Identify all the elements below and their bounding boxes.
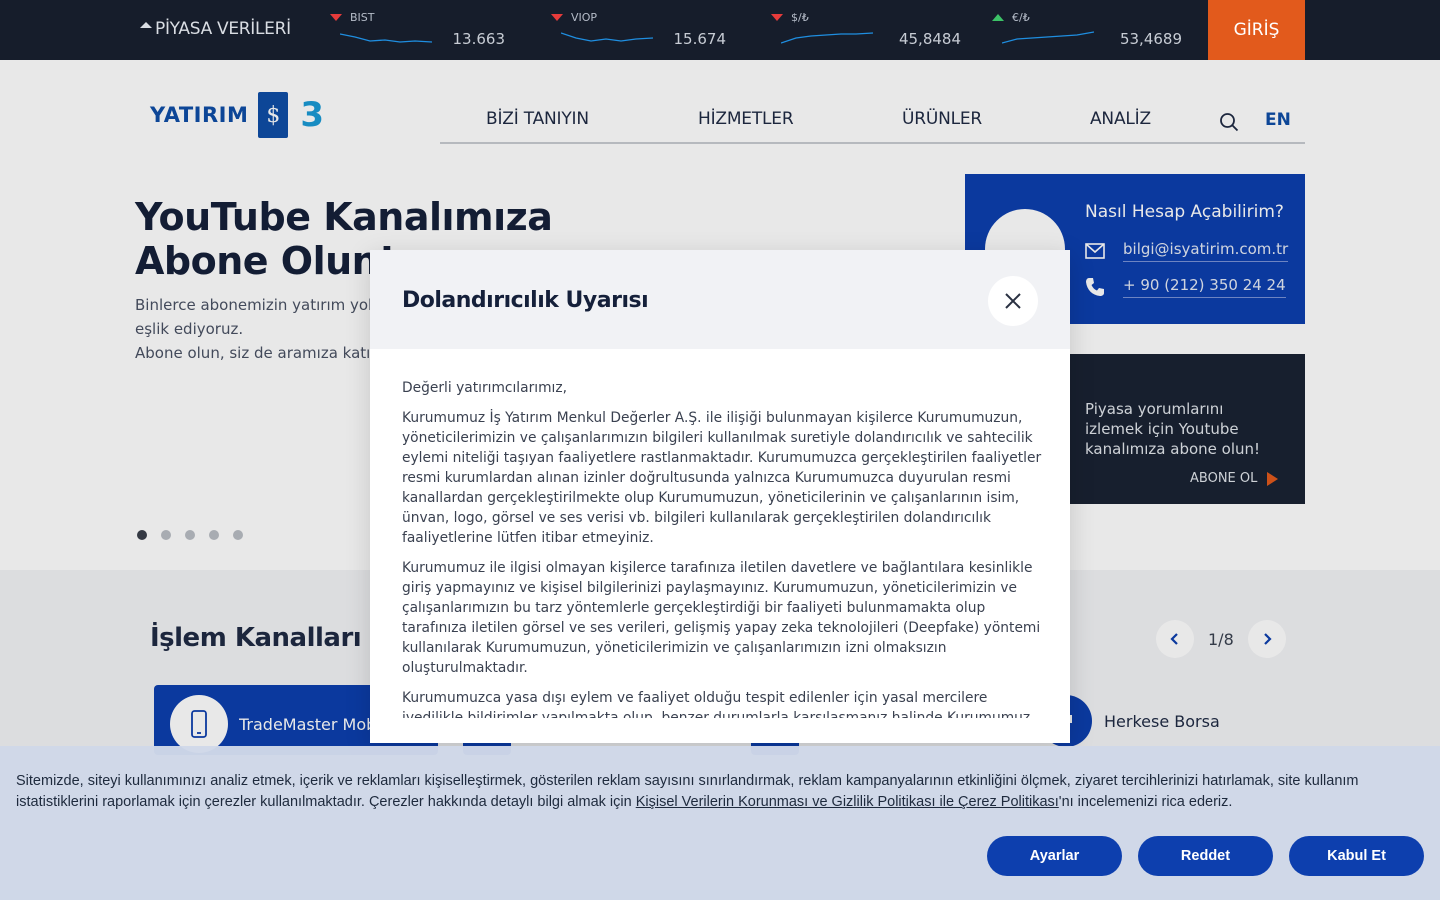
privacy-policy-link[interactable]: Kişisel Verilerin Korunması ve Gizlilik … — [636, 794, 1059, 810]
close-icon — [1005, 293, 1021, 309]
sparkline-icon — [340, 33, 432, 43]
arrow-up-icon — [992, 14, 1004, 21]
ticker-eur-try[interactable]: €/₺ 53,4689 — [992, 0, 1192, 60]
arrow-down-icon — [771, 14, 783, 21]
fraud-warning-modal: Dolandırıcılık Uyarısı Değerli yatırımcı… — [370, 250, 1070, 743]
cookie-banner: Sitemizde, siteyi kullanımınızı analiz e… — [0, 746, 1440, 900]
arrow-down-icon — [330, 14, 342, 21]
market-data-toggle[interactable]: PİYASA VERİLERİ — [140, 19, 291, 39]
cookie-text-after: 'nı incelemenizi rica ederiz. — [1058, 794, 1233, 810]
caret-up-icon — [140, 22, 152, 28]
cookie-settings-button[interactable]: Ayarlar — [987, 836, 1122, 876]
ticker-name: $/₺ — [791, 11, 809, 24]
modal-paragraph: Kurumumuzca yasa dışı eylem ve faaliyet … — [402, 690, 1031, 718]
sparkline-icon — [781, 32, 873, 44]
arrow-down-icon — [551, 14, 563, 21]
modal-paragraph: Değerli yatırımcılarımız, — [402, 380, 568, 396]
sparkline-icon — [1002, 31, 1094, 44]
ticker-value: 53,4689 — [1119, 30, 1182, 48]
ticker-bist[interactable]: BIST 13.663 — [330, 0, 530, 60]
modal-body[interactable]: Değerli yatırımcılarımız, Kurumumuz İş Y… — [402, 378, 1042, 718]
modal-title: Dolandırıcılık Uyarısı — [402, 288, 649, 313]
modal-header: Dolandırıcılık Uyarısı — [370, 250, 1070, 349]
cookie-reject-button[interactable]: Reddet — [1138, 836, 1273, 876]
ticker-name: €/₺ — [1012, 11, 1030, 24]
ticker-name: VIOP — [571, 11, 598, 24]
modal-paragraph: Kurumumuz ile ilgisi olmayan kişilerce t… — [402, 560, 1041, 676]
sparkline-icon — [561, 32, 653, 42]
ticker-value: 13.663 — [452, 30, 506, 48]
cookie-accept-button[interactable]: Kabul Et — [1289, 836, 1424, 876]
market-data-label: PİYASA VERİLERİ — [155, 19, 291, 39]
login-button[interactable]: GİRİŞ — [1208, 0, 1305, 60]
modal-paragraph: Kurumumuz İş Yatırım Menkul Değerler A.Ş… — [402, 410, 1042, 546]
ticker-value: 45,8484 — [898, 30, 961, 48]
market-bar: PİYASA VERİLERİ BIST 13.663 VIOP 15.674 … — [0, 0, 1440, 60]
ticker-usd-try[interactable]: $/₺ 45,8484 — [771, 0, 971, 60]
close-button[interactable] — [988, 276, 1038, 326]
ticker-value: 15.674 — [673, 30, 727, 48]
ticker-name: BIST — [350, 11, 375, 24]
ticker-viop[interactable]: VIOP 15.674 — [551, 0, 751, 60]
cookie-text: Sitemizde, siteyi kullanımınızı analiz e… — [16, 771, 1416, 813]
